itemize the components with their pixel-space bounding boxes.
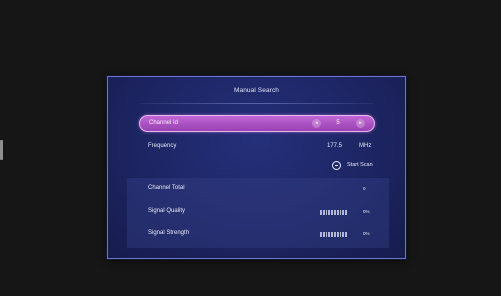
frequency-label: Frequency	[148, 143, 177, 149]
channel-total-label: Channel Total	[148, 185, 185, 191]
manual-search-dialog: Manual Search Channel Id ◂ 5 ▸ Frequency…	[107, 76, 406, 259]
side-tab	[0, 140, 3, 160]
start-scan-button[interactable]: Start Scan	[332, 161, 382, 172]
channel-id-label: Channel Id	[149, 120, 179, 126]
start-scan-label: Start Scan	[347, 162, 373, 168]
signal-strength-value: 0%	[363, 231, 370, 236]
frequency-unit: MHz	[359, 143, 372, 149]
signal-strength-label: Signal Strength	[148, 230, 190, 236]
increase-channel-icon[interactable]: ▸	[356, 119, 365, 128]
decrease-channel-icon[interactable]: ◂	[312, 119, 321, 128]
frequency-value[interactable]: 177.5	[327, 143, 342, 149]
tv-screen: Manual Search Channel Id ◂ 5 ▸ Frequency…	[0, 0, 501, 296]
signal-strength-row: Signal Strength 0%	[127, 228, 389, 242]
scan-info-panel: Channel Total 0 Signal Quality 0% Signal…	[127, 178, 389, 248]
signal-strength-meter	[320, 232, 348, 237]
dialog-title: Manual Search	[233, 87, 280, 94]
signal-quality-value: 0%	[363, 209, 370, 214]
channel-id-value: 5	[336, 120, 340, 126]
channel-total-row: Channel Total 0	[127, 183, 389, 197]
signal-quality-meter	[320, 210, 348, 215]
title-divider	[140, 103, 374, 104]
signal-quality-row: Signal Quality 0%	[127, 206, 389, 220]
channel-id-row[interactable]: Channel Id ◂ 5 ▸	[139, 115, 375, 132]
signal-quality-label: Signal Quality	[148, 208, 186, 214]
channel-total-value: 0	[363, 186, 366, 191]
minus-circle-icon	[332, 161, 341, 170]
